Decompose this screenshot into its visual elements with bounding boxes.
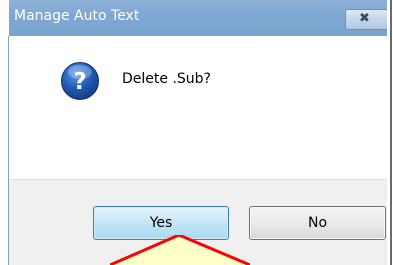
- close-button[interactable]: ✖: [345, 9, 387, 30]
- confirmation-message: Delete .Sub?: [122, 71, 211, 87]
- window-border-line: [390, 0, 392, 265]
- close-icon: ✖: [359, 11, 370, 26]
- callout-pointer-annotation: [110, 235, 250, 265]
- manage-auto-text-dialog: Manage Auto Text ✖ ? Delete .Sub? Yes No: [9, 0, 387, 265]
- window-title: Manage Auto Text: [14, 8, 140, 24]
- question-icon: ?: [61, 62, 99, 100]
- svg-text:?: ?: [73, 69, 86, 95]
- yes-button-label: Yes: [149, 215, 173, 231]
- dialog-left-border: [8, 36, 9, 265]
- title-bar[interactable]: Manage Auto Text ✖: [9, 0, 387, 36]
- no-button[interactable]: No: [249, 206, 386, 240]
- no-button-label: No: [307, 215, 328, 231]
- dialog-content: [9, 36, 387, 179]
